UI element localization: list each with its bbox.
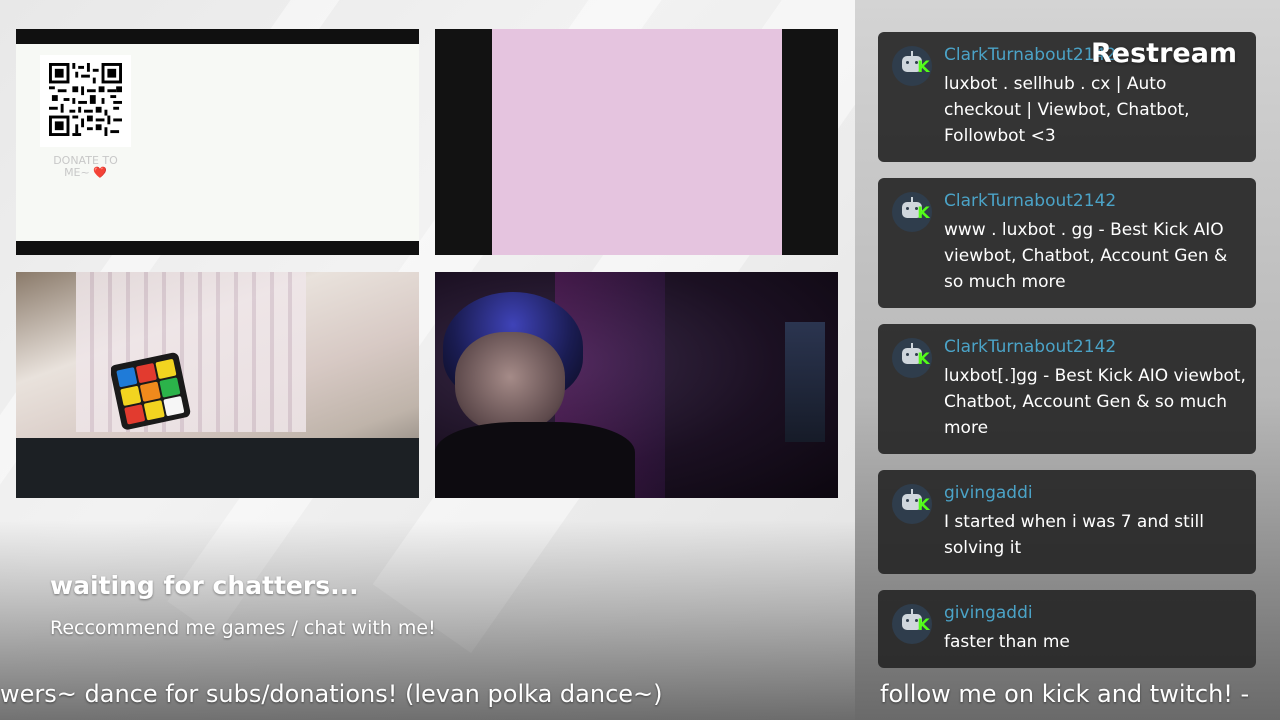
kick-icon: K — [917, 495, 930, 514]
chat-text: faster than me — [944, 632, 1070, 652]
status-subtitle: Reccommend me games / chat with me! — [50, 617, 436, 639]
chat-message[interactable]: K givingaddi I started when i was 7 and … — [878, 470, 1256, 574]
kick-icon: K — [917, 615, 930, 634]
chat-text: luxbot[.]gg - Best Kick AIO viewbot, Cha… — [944, 366, 1246, 438]
pink-screen — [492, 29, 782, 255]
ticker-left-text: wers~ dance for subs/donations! (levan p… — [0, 680, 663, 708]
kick-icon: K — [917, 203, 930, 222]
status-title: waiting for chatters... — [50, 571, 359, 600]
kick-icon: K — [917, 349, 930, 368]
whiteboard-area: DONATE TO ME~ ❤️ — [16, 44, 419, 241]
chat-username: ClarkTurnabout2142 — [944, 191, 1117, 211]
rubiks-cube-icon — [111, 352, 191, 430]
restream-logo: Restream — [1091, 38, 1238, 69]
chat-username: ClarkTurnabout2142 — [944, 337, 1117, 357]
kick-icon: K — [917, 57, 930, 76]
face — [455, 332, 565, 432]
stream-canvas: DONATE TO ME~ ❤️ waiting for chatters...… — [0, 0, 855, 720]
qr-code-card — [40, 55, 131, 147]
chat-text: I started when i was 7 and still solving… — [944, 512, 1204, 558]
donate-label: DONATE TO ME~ ❤️ — [53, 154, 118, 179]
chat-username: givingaddi — [944, 603, 1033, 623]
chat-message[interactable]: K ClarkTurnabout2142 www . luxbot . gg -… — [878, 178, 1256, 308]
chat-username: givingaddi — [944, 483, 1033, 503]
chat-message[interactable]: K givingaddi faster than me — [878, 590, 1256, 668]
laptop-edge — [16, 438, 419, 498]
chat-text: luxbot . sellhub . cx | Auto checkout | … — [944, 74, 1190, 146]
video-tile-pink-screen[interactable] — [435, 29, 838, 255]
qr-code-icon — [49, 63, 122, 136]
chat-text: www . luxbot . gg - Best Kick AIO viewbo… — [944, 220, 1228, 292]
ticker-left: wers~ dance for subs/donations! (levan p… — [0, 680, 855, 710]
video-tile-webcam[interactable] — [435, 272, 838, 498]
chat-message[interactable]: K ClarkTurnabout2142 luxbot[.]gg - Best … — [878, 324, 1256, 454]
shirt — [435, 422, 635, 498]
video-tile-cube-camera[interactable] — [16, 272, 419, 498]
background-object — [785, 322, 825, 442]
ticker-right: follow me on kick and twitch! - — [880, 680, 1250, 708]
video-tile-donate[interactable]: DONATE TO ME~ ❤️ — [16, 29, 419, 255]
